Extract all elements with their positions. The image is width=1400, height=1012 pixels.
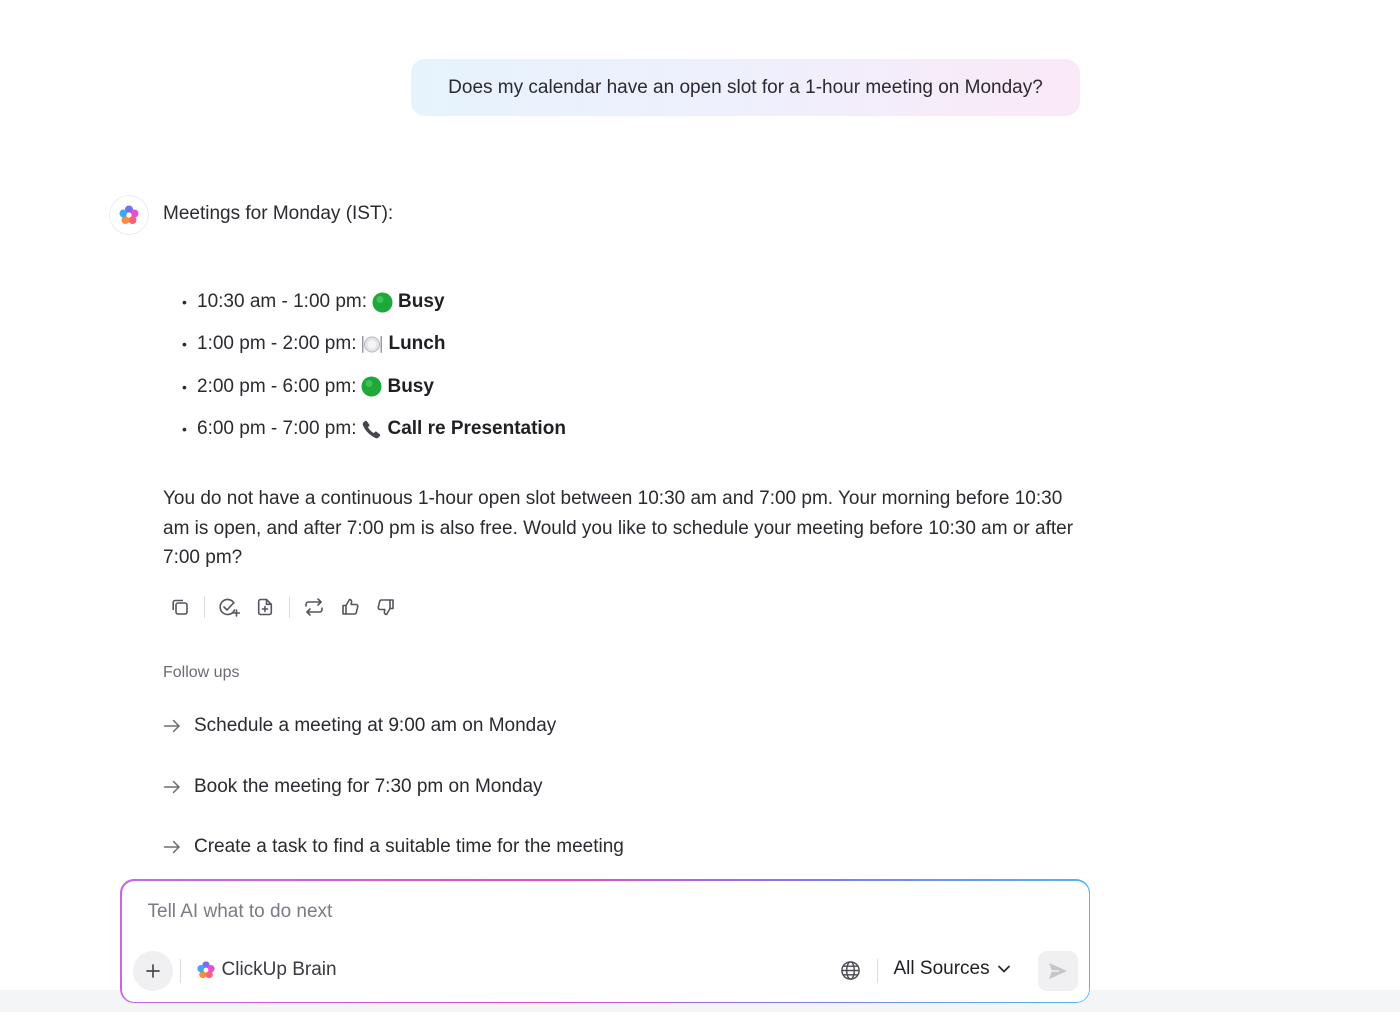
clickup-brain-icon: [119, 205, 139, 224]
meeting-status: Call re Presentation: [387, 418, 566, 440]
clickup-brain-icon: [196, 960, 216, 980]
regenerate-button[interactable]: [300, 593, 328, 621]
copy-button[interactable]: [166, 593, 194, 621]
meeting-time: 1:00 pm - 2:00 pm:: [197, 333, 357, 355]
sources-label: All Sources: [893, 957, 990, 979]
bullet: •: [182, 421, 187, 438]
followup-item[interactable]: Book the meeting for 7:30 pm on Monday: [163, 771, 863, 832]
thumbs-up-icon: [342, 598, 359, 615]
send-button[interactable]: [1037, 950, 1078, 991]
bullet: •: [182, 378, 187, 395]
copy-icon: [172, 599, 188, 615]
plus-icon: [145, 963, 160, 978]
prompt-input[interactable]: [147, 900, 948, 923]
meeting-status: Lunch: [388, 333, 446, 355]
model-label: ClickUp Brain: [221, 958, 337, 980]
add-attachment-button[interactable]: [132, 950, 173, 991]
ai-response-intro: Meetings for Monday (IST):: [163, 203, 394, 224]
green-circle-icon: [372, 292, 393, 313]
meeting-time: 2:00 pm - 6:00 pm:: [197, 375, 357, 397]
followup-item[interactable]: Schedule a meeting at 9:00 am on Monday: [163, 710, 863, 771]
followup-text: Book the meeting for 7:30 pm on Monday: [194, 775, 543, 797]
create-doc-button[interactable]: [251, 593, 279, 621]
arrow-right-icon: [163, 836, 194, 856]
meeting-item: • 1:00 pm - 2:00 pm: Lunch: [182, 323, 566, 365]
arrow-right-icon: [163, 715, 194, 739]
response-actions: [166, 592, 400, 622]
followup-text: Create a task to find a suitable time fo…: [194, 836, 624, 856]
user-message-text: Does my calendar have an open slot for a…: [448, 76, 1043, 98]
thumbs-up-button[interactable]: [336, 593, 364, 621]
model-selector[interactable]: ClickUp Brain: [196, 959, 337, 981]
green-circle-icon: [361, 376, 382, 397]
chevron-down-icon: [997, 964, 1011, 974]
ai-chat-page: Does my calendar have an open slot for a…: [0, 0, 1400, 1012]
phone-icon: [361, 419, 382, 440]
repeat-icon: [305, 598, 323, 616]
plate-cutlery-icon: [361, 334, 383, 355]
followup-item[interactable]: Create a task to find a suitable time fo…: [163, 831, 863, 856]
arrow-right-icon: [163, 776, 194, 800]
sources-dropdown[interactable]: All Sources: [894, 958, 1011, 980]
meeting-time: 6:00 pm - 7:00 pm:: [197, 418, 357, 440]
ai-avatar: [109, 195, 149, 235]
followups-list: Schedule a meeting at 9:00 am on Monday …: [163, 710, 863, 856]
globe-icon: [841, 961, 860, 980]
add-doc-icon: [257, 598, 273, 616]
create-task-button[interactable]: [215, 593, 243, 621]
meeting-list: • 10:30 am - 1:00 pm: Busy • 1:00 pm - 2…: [182, 281, 566, 450]
thumbs-down-button[interactable]: [372, 593, 400, 621]
followup-text: Schedule a meeting at 9:00 am on Monday: [194, 715, 557, 736]
divider: [179, 958, 181, 983]
send-icon: [1048, 962, 1067, 979]
meeting-status: Busy: [387, 375, 434, 397]
composer: ClickUp Brain All Sources: [120, 879, 1090, 1003]
divider: [289, 596, 290, 618]
thumbs-down-icon: [377, 599, 394, 616]
meeting-time: 10:30 am - 1:00 pm:: [197, 291, 368, 313]
meeting-item: • 10:30 am - 1:00 pm: Busy: [182, 281, 566, 323]
meeting-item: • 6:00 pm - 7:00 pm: Call re Presentatio…: [182, 408, 566, 450]
meeting-status: Busy: [398, 291, 445, 313]
web-search-button[interactable]: [839, 959, 863, 983]
bullet: •: [182, 294, 187, 311]
divider: [204, 596, 205, 618]
meeting-item: • 2:00 pm - 6:00 pm: Busy: [182, 366, 566, 408]
check-add-icon: [219, 598, 240, 617]
composer-body: ClickUp Brain All Sources: [121, 880, 1089, 1002]
user-message-bubble: Does my calendar have an open slot for a…: [411, 59, 1080, 116]
divider: [876, 958, 878, 983]
bullet: •: [182, 336, 187, 353]
followups-title: Follow ups: [163, 664, 240, 681]
ai-response-paragraph: You do not have a continuous 1-hour open…: [163, 488, 1074, 568]
